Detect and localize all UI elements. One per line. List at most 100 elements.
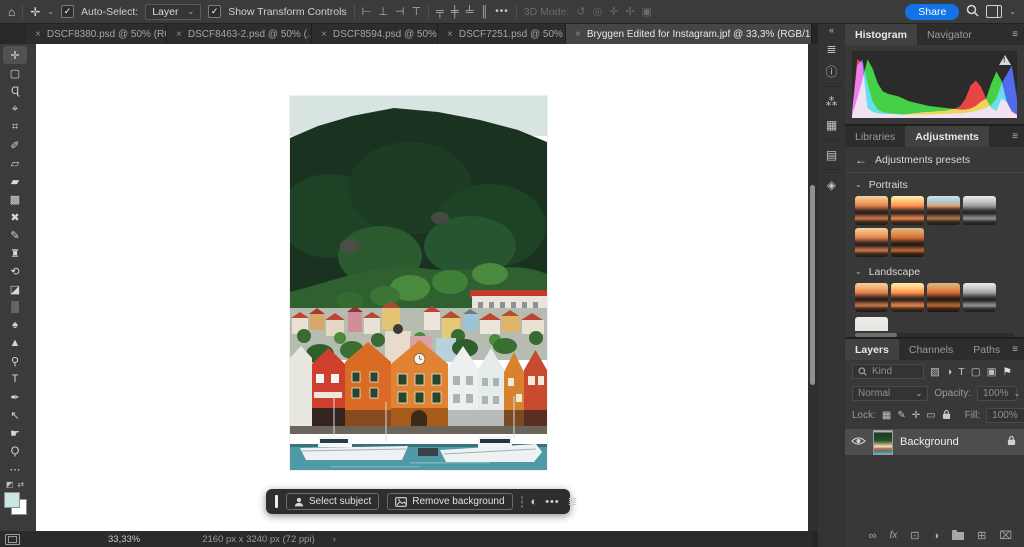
filter-pixel-layers-icon[interactable]: ▨ (930, 366, 940, 378)
canvas-scrollbar[interactable] (808, 44, 818, 531)
close-icon[interactable]: × (321, 29, 327, 40)
eraser-tool[interactable]: ◪ (3, 280, 27, 298)
chevron-down-icon[interactable]: ⌄ (1009, 8, 1016, 16)
filter-adjustment-layers-icon[interactable]: ◑ (946, 366, 952, 378)
preset-thumbnail[interactable] (855, 283, 888, 312)
sharpen-tool[interactable]: ▲ (3, 334, 27, 352)
close-icon[interactable]: × (447, 29, 453, 40)
zoom-level-field[interactable]: 33,33% (108, 534, 140, 545)
presets-scrollbar[interactable] (855, 333, 1014, 337)
opacity-field[interactable]: 100% ⌄ (977, 386, 1017, 401)
preset-thumbnail[interactable] (963, 283, 996, 312)
patch-tool[interactable]: ▩ (3, 190, 27, 208)
expand-panels-icon[interactable]: « (829, 25, 834, 37)
layer-filter-toggle-icon[interactable]: ⚑ (1003, 366, 1012, 378)
delete-layer-icon[interactable]: ⌧ (999, 529, 1012, 542)
layer-effects-icon[interactable]: fx (889, 530, 897, 541)
preset-thumbnail[interactable] (927, 196, 960, 225)
zoom-tool[interactable]: Ϙ (3, 442, 27, 460)
path-selection-tool[interactable]: ↖ (3, 406, 27, 424)
clone-source-panel-icon[interactable]: ▤ (820, 144, 843, 165)
foreground-color-swatch[interactable] (4, 492, 20, 508)
search-icon[interactable] (966, 4, 979, 20)
layer-visibility-eye-icon[interactable] (851, 436, 866, 449)
gradient-tool[interactable]: ▒ (3, 298, 27, 316)
distribute-top-icon[interactable]: ╤ (436, 6, 444, 18)
auto-select-checkbox[interactable]: ✓ (61, 5, 74, 18)
status-chevron-icon[interactable]: › (333, 534, 336, 545)
tab-libraries[interactable]: Libraries (845, 126, 905, 147)
align-middle-icon[interactable]: ⊤ (411, 5, 421, 18)
kind-filter-dropdown[interactable]: Kind (852, 364, 924, 379)
document-tab[interactable]: × DSCF7251.psd @ 50% (RG... (438, 24, 566, 44)
taskbar-settings-icon[interactable]: ≣ (568, 495, 577, 508)
lock-position-icon[interactable]: ✛ (912, 410, 920, 421)
panel-menu-icon[interactable]: ≡ (1012, 29, 1018, 40)
more-icon[interactable]: ••• (545, 496, 560, 508)
clone-stamp-tool[interactable]: ♜ (3, 244, 27, 262)
distribute-bottom-icon[interactable]: ╧ (466, 6, 474, 18)
hand-tool[interactable]: ☛ (3, 424, 27, 442)
switch-colors-icon[interactable]: ⇄ (17, 480, 24, 489)
remove-background-button[interactable]: Remove background (387, 493, 512, 510)
tab-paths[interactable]: Paths (963, 339, 1010, 360)
blur-tool[interactable]: ♠ (3, 316, 27, 334)
eyedropper-tool[interactable]: ✐ (3, 136, 27, 154)
share-button[interactable]: Share (905, 4, 959, 20)
document-tab-active[interactable]: × Bryggen Edited for Instagram.jpf @ 33,… (566, 24, 812, 44)
select-subject-button[interactable]: Select subject (286, 493, 379, 510)
new-adjustment-layer-icon[interactable]: ◑ (932, 530, 939, 542)
panel-menu-icon[interactable]: ≡ (1012, 344, 1018, 355)
show-transform-checkbox[interactable]: ✓ (208, 5, 221, 18)
color-panel-icon[interactable]: ⁂ (820, 91, 843, 112)
edit-toolbar-icon[interactable]: ⋯ (3, 460, 27, 478)
add-mask-icon[interactable]: ⊡ (910, 529, 919, 542)
layer-thumbnail[interactable] (873, 430, 893, 455)
object-selection-tool[interactable]: ⌖ (3, 100, 27, 118)
distribute-horizontal-icon[interactable]: ║ (480, 6, 488, 18)
link-layers-icon[interactable]: ∞ (869, 530, 877, 542)
adjustments-icon[interactable]: ◐ (531, 496, 538, 508)
preset-thumbnail[interactable] (855, 317, 888, 331)
swatches-panel-icon[interactable]: ▦ (820, 114, 843, 135)
warning-icon[interactable]: ! (999, 55, 1011, 65)
home-icon[interactable]: ⌂ (8, 6, 15, 18)
document-tab[interactable]: × DSCF8463-2.psd @ 50% (... (167, 24, 312, 44)
move-tool-icon[interactable]: ✛ (30, 6, 40, 18)
preset-thumbnail[interactable] (891, 283, 924, 312)
section-portraits[interactable]: ⌄ Portraits (845, 173, 1024, 194)
panel-menu-icon[interactable]: ≡ (1012, 131, 1018, 142)
close-icon[interactable]: × (176, 29, 182, 40)
layer-lock-icon[interactable] (1007, 435, 1016, 449)
preset-thumbnail[interactable] (927, 283, 960, 312)
scrollbar-thumb[interactable] (810, 185, 815, 385)
move-tool[interactable]: ✛ (3, 46, 27, 64)
filter-type-layers-icon[interactable]: T (958, 366, 964, 378)
crop-tool[interactable]: ⌗ (3, 118, 27, 136)
more-options-icon[interactable]: ••• (495, 6, 509, 17)
close-icon[interactable]: × (575, 29, 581, 40)
info-panel-icon[interactable]: ⓘ (820, 61, 843, 82)
preset-thumbnail[interactable] (891, 228, 924, 257)
workspace-switcher-icon[interactable] (986, 5, 1002, 18)
history-brush-tool[interactable]: ⟲ (3, 262, 27, 280)
distribute-center-icon[interactable]: ╪ (451, 6, 459, 18)
filter-shape-layers-icon[interactable]: ▢ (971, 366, 981, 378)
close-icon[interactable]: × (35, 29, 41, 40)
align-center-h-icon[interactable]: ⊥ (378, 5, 388, 18)
lasso-tool[interactable]: Ɋ (3, 82, 27, 100)
preset-thumbnail[interactable] (963, 196, 996, 225)
new-layer-icon[interactable]: ⊞ (977, 529, 986, 542)
new-group-icon[interactable] (952, 532, 964, 540)
lock-transparency-icon[interactable]: ▦ (882, 410, 891, 421)
lock-all-icon[interactable] (942, 409, 951, 423)
taskbar-drag-handle[interactable] (275, 495, 278, 508)
filter-smart-objects-icon[interactable]: ▣ (987, 366, 997, 378)
section-landscape[interactable]: ⌄ Landscape (845, 260, 1024, 281)
fill-field[interactable]: 100% ⌄ (986, 408, 1024, 423)
screen-mode-icon[interactable] (5, 534, 20, 545)
marquee-tool[interactable]: ▢ (3, 64, 27, 82)
tab-layers[interactable]: Layers (845, 339, 899, 360)
preset-thumbnail[interactable] (855, 228, 888, 257)
dodge-tool[interactable]: ⚲ (3, 352, 27, 370)
